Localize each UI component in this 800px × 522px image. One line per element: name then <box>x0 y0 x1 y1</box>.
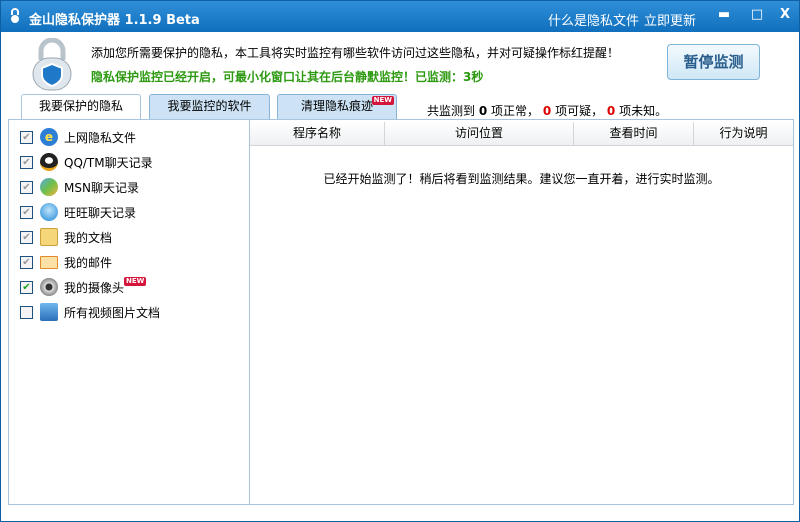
minimize-button[interactable]: ▬ <box>715 7 733 25</box>
monitor-results-table: 程序名称 访问位置 查看时间 行为说明 已经开始监测了！稍后将看到监测结果。建议… <box>249 119 794 505</box>
list-item[interactable]: ✔ 所有视频图片文档 <box>20 302 160 322</box>
new-badge: NEW <box>371 96 394 105</box>
qq-icon <box>40 153 58 171</box>
app-title: 金山隐私保护器 1.1.9 Beta <box>29 13 200 28</box>
list-item[interactable]: ✔ e 上网隐私文件 <box>20 127 136 147</box>
item-label: 所有视频图片文档 <box>64 305 161 320</box>
app-window: 金山隐私保护器 1.1.9 Beta 什么是隐私文件 立即更新 ▬ □ X 添加… <box>0 0 800 522</box>
list-item[interactable]: ✔ QQ/TM聊天记录 <box>20 152 153 172</box>
counts-prefix: 共监测到 <box>427 104 476 118</box>
normal-count: 0 <box>478 104 488 118</box>
table-header: 程序名称 访问位置 查看时间 行为说明 <box>250 122 793 146</box>
suspicious-label: 项可疑， <box>555 104 604 118</box>
title-bar: 金山隐私保护器 1.1.9 Beta 什么是隐私文件 立即更新 ▬ □ X <box>1 1 799 32</box>
lock-icon <box>11 8 19 23</box>
tab-label: 清理隐私痕迹 <box>300 99 373 113</box>
suspicious-count: 0 <box>542 104 552 118</box>
detection-counts: 共监测到 0 项正常， 0 项可疑， 0 项未知。 <box>427 102 667 119</box>
list-item[interactable]: ✔ 旺旺聊天记录 <box>20 202 136 222</box>
ie-icon: e <box>40 128 58 146</box>
monitoring-message: 已经开始监测了！稍后将看到监测结果。建议您一直开着，进行实时监测。 <box>323 172 720 186</box>
tab-monitored-software[interactable]: 我要监控的软件 <box>149 94 270 119</box>
monitor-status-text: 隐私保护监控已经开启，可最小化窗口让其在后台静默监控！已监测：3秒 <box>91 70 484 84</box>
item-label: 我的邮件 <box>64 255 113 270</box>
item-label: 我的摄像头 <box>64 280 125 295</box>
monitor-icon <box>40 303 58 321</box>
item-label: QQ/TM聊天记录 <box>64 155 153 170</box>
checkbox[interactable]: ✔ <box>20 305 33 319</box>
checkbox[interactable]: ✔ <box>20 205 33 219</box>
webcam-icon <box>40 278 58 296</box>
list-item[interactable]: ✔ 我的邮件 <box>20 252 112 272</box>
checkbox[interactable]: ✔ <box>20 230 33 244</box>
maximize-button[interactable]: □ <box>748 7 766 25</box>
update-now-link[interactable]: 立即更新 <box>644 10 696 29</box>
pause-monitor-button[interactable]: 暂停监测 <box>667 44 760 80</box>
checkbox[interactable]: ✔ <box>20 255 33 269</box>
normal-label: 项正常， <box>491 104 540 118</box>
tab-label: 我要监控的软件 <box>167 99 252 113</box>
column-view-time[interactable]: 查看时间 <box>574 122 694 146</box>
checkbox[interactable]: ✔ <box>20 130 33 144</box>
what-is-private-file-link[interactable]: 什么是隐私文件 <box>548 10 639 29</box>
folder-icon <box>40 228 58 246</box>
new-badge: NEW <box>124 276 147 286</box>
msn-icon <box>40 178 58 196</box>
close-button[interactable]: X <box>776 7 794 25</box>
list-item[interactable]: ✔ 我的摄像头 NEW <box>20 276 147 297</box>
privacy-lock-shield-icon <box>32 38 72 91</box>
checkbox[interactable]: ✔ <box>20 155 33 169</box>
item-label: 上网隐私文件 <box>64 130 137 145</box>
list-item[interactable]: ✔ MSN聊天记录 <box>20 177 139 197</box>
mail-icon <box>40 255 58 269</box>
column-behavior[interactable]: 行为说明 <box>694 122 793 146</box>
column-program-name[interactable]: 程序名称 <box>250 122 385 146</box>
privacy-item-list: ✔ e 上网隐私文件 ✔ QQ/TM聊天记录 ✔ MSN聊天记录 ✔ 旺旺聊天记录 ✔ 我的… <box>8 119 249 505</box>
unknown-count: 0 <box>606 104 616 118</box>
unknown-label: 项未知。 <box>619 104 668 118</box>
item-label: 旺旺聊天记录 <box>64 205 137 220</box>
list-item[interactable]: ✔ 我的文档 <box>20 227 112 247</box>
wangwang-icon <box>40 203 58 221</box>
checkbox[interactable]: ✔ <box>20 180 33 194</box>
tab-label: 我要保护的隐私 <box>38 99 123 113</box>
item-label: 我的文档 <box>64 230 113 245</box>
tab-protected-privacy[interactable]: 我要保护的隐私 <box>21 94 141 120</box>
description-text: 添加您所需要保护的隐私，本工具将实时监控有哪些软件访问过这些隐私，并对可疑操作标… <box>91 46 620 60</box>
tab-clean-traces[interactable]: 清理隐私痕迹 NEW <box>277 94 397 119</box>
item-label: MSN聊天记录 <box>64 180 139 195</box>
column-access-location[interactable]: 访问位置 <box>385 122 574 146</box>
checkbox[interactable]: ✔ <box>20 280 33 294</box>
